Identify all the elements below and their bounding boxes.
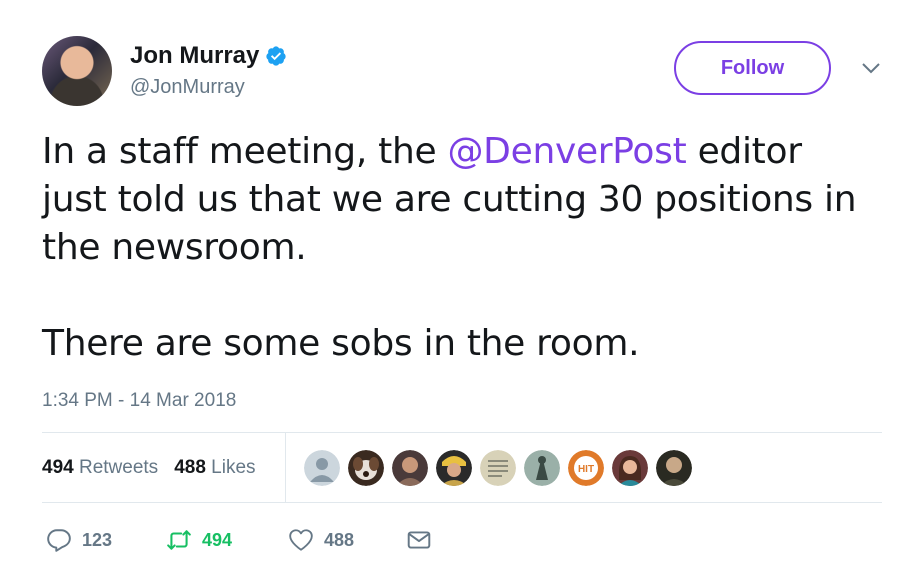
author-name-row: Jon Murray bbox=[130, 42, 287, 70]
author-handle[interactable]: @JonMurray bbox=[130, 76, 245, 99]
liker-avatars: HIT bbox=[304, 450, 692, 486]
svg-text:HIT: HIT bbox=[578, 464, 594, 475]
reply-icon bbox=[47, 529, 71, 552]
author-name[interactable]: Jon Murray bbox=[130, 42, 259, 70]
reply-button[interactable]: 123 bbox=[46, 527, 166, 553]
tweet-text: In a staff meeting, the @DenverPost edit… bbox=[42, 128, 892, 368]
hit-logo-avatar-icon[interactable]: HIT bbox=[568, 450, 604, 486]
like-count: 488 bbox=[324, 529, 355, 550]
stats-divider bbox=[285, 433, 286, 502]
person-avatar-icon[interactable] bbox=[656, 450, 692, 486]
divider bbox=[42, 432, 882, 433]
tweet-text-before: In a staff meeting, the bbox=[42, 131, 448, 172]
likes-stat[interactable]: 488 Likes bbox=[174, 457, 255, 479]
person-avatar-icon[interactable] bbox=[612, 450, 648, 486]
chevron-down-icon[interactable] bbox=[860, 60, 882, 76]
follow-button[interactable]: Follow bbox=[674, 41, 831, 95]
statue-avatar-icon[interactable] bbox=[524, 450, 560, 486]
reply-count: 123 bbox=[82, 529, 113, 550]
tweet-timestamp[interactable]: 1:34 PM - 14 Mar 2018 bbox=[42, 390, 236, 412]
document-avatar-icon[interactable] bbox=[480, 450, 516, 486]
dog-avatar-icon[interactable] bbox=[348, 450, 384, 486]
heart-icon bbox=[289, 529, 313, 551]
divider bbox=[42, 502, 882, 503]
person-avatar-icon[interactable] bbox=[436, 450, 472, 486]
author-avatar[interactable] bbox=[42, 36, 112, 106]
person-avatar-icon[interactable] bbox=[392, 450, 428, 486]
message-icon bbox=[407, 531, 431, 549]
tweet-actions: 123 494 488 bbox=[46, 527, 432, 553]
default-avatar-icon[interactable] bbox=[304, 450, 340, 486]
retweet-count: 494 bbox=[202, 529, 233, 550]
verified-badge-icon bbox=[266, 46, 286, 66]
retweet-button[interactable]: 494 bbox=[166, 527, 288, 553]
direct-message-button[interactable] bbox=[406, 527, 432, 553]
mention-link[interactable]: @DenverPost bbox=[447, 131, 686, 172]
tweet-stats: 494 Retweets 488 Likes bbox=[42, 457, 256, 479]
like-button[interactable]: 488 bbox=[288, 527, 406, 553]
retweets-stat[interactable]: 494 Retweets bbox=[42, 457, 158, 479]
retweet-icon bbox=[167, 530, 191, 550]
